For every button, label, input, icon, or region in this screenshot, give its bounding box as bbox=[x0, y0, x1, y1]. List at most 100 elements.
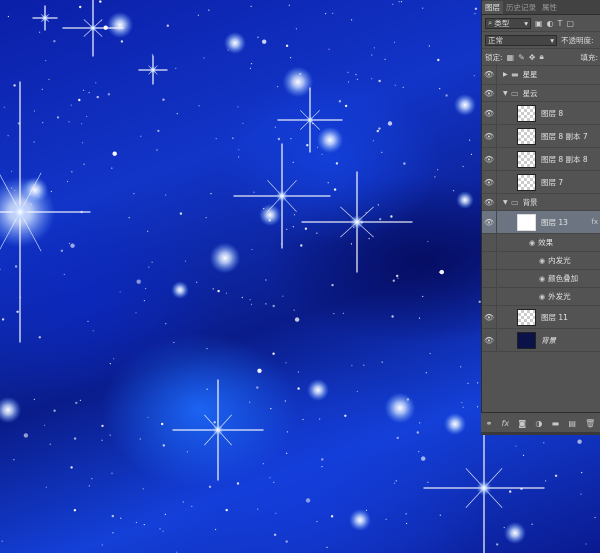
link-icon[interactable]: ⚭ bbox=[486, 419, 493, 428]
layer-group-background[interactable]: 👁︎ ▼ ▭ 背景 bbox=[482, 194, 600, 211]
eye-icon[interactable]: 👁︎ bbox=[482, 109, 496, 118]
star bbox=[332, 12, 334, 14]
new-layer-icon[interactable]: ▤ bbox=[568, 419, 576, 428]
star bbox=[317, 146, 319, 148]
star bbox=[473, 75, 475, 77]
star bbox=[238, 156, 240, 158]
layer-item[interactable]: 👁︎ 图层 8 bbox=[482, 102, 600, 125]
eye-icon[interactable]: 👁︎ bbox=[482, 155, 496, 164]
eye-icon[interactable]: ◉ bbox=[539, 275, 545, 283]
star bbox=[381, 361, 383, 363]
adjustment-filter-icon[interactable]: ◐ bbox=[547, 19, 554, 28]
effect-inner-glow[interactable]: ◉ 内发光 bbox=[482, 252, 600, 270]
eye-icon[interactable]: 👁︎ bbox=[482, 313, 496, 322]
eye-icon[interactable]: 👁︎ bbox=[482, 178, 496, 187]
star bbox=[139, 438, 141, 440]
star bbox=[270, 408, 272, 410]
star bbox=[288, 4, 290, 6]
star-flare bbox=[233, 143, 331, 249]
star bbox=[151, 54, 153, 56]
collapse-arrow-icon[interactable]: ▼ bbox=[503, 90, 509, 97]
eye-icon[interactable]: 👁︎ bbox=[482, 70, 496, 79]
lock-all-icon[interactable]: 🔒︎ bbox=[540, 52, 544, 62]
eye-icon[interactable]: 👁︎ bbox=[482, 198, 496, 207]
layer-name: 背景 bbox=[522, 197, 538, 207]
star bbox=[427, 240, 429, 243]
effects-header[interactable]: ◉ 效果 bbox=[482, 234, 600, 252]
star bbox=[452, 190, 455, 192]
star bbox=[33, 141, 35, 143]
star bbox=[581, 472, 583, 474]
star bbox=[71, 171, 73, 173]
effect-outer-glow[interactable]: ◉ 外发光 bbox=[482, 288, 600, 306]
fx-icon[interactable]: fx bbox=[591, 218, 598, 226]
eye-icon[interactable]: 👁︎ bbox=[482, 336, 496, 345]
lock-pixels-icon[interactable]: ✎ bbox=[518, 53, 525, 62]
star bbox=[95, 82, 97, 84]
blend-mode-select[interactable]: 正常 ▾ bbox=[485, 34, 557, 46]
lock-position-icon[interactable]: ✥ bbox=[529, 53, 536, 62]
layer-group-nebula[interactable]: 👁︎ ▼ ▭ 星云 bbox=[482, 85, 600, 102]
star bbox=[53, 409, 56, 412]
eye-icon[interactable]: 👁︎ bbox=[482, 132, 496, 141]
star-glow bbox=[106, 11, 134, 39]
layer-item[interactable]: 👁︎ 图层 7 bbox=[482, 171, 600, 194]
type-filter-icon[interactable]: T bbox=[558, 19, 563, 28]
star bbox=[249, 299, 251, 301]
star bbox=[277, 137, 281, 141]
layer-name: 背景 bbox=[541, 335, 556, 345]
lock-transparency-icon[interactable]: ▦ bbox=[507, 53, 515, 62]
star bbox=[545, 480, 547, 482]
star bbox=[400, 1, 403, 3]
star bbox=[151, 261, 153, 263]
fx-icon[interactable]: fx bbox=[502, 419, 510, 428]
eye-icon[interactable]: ◉ bbox=[539, 293, 545, 301]
star bbox=[208, 485, 212, 488]
star bbox=[166, 24, 169, 27]
effect-color-overlay[interactable]: ◉ 颜色叠加 bbox=[482, 270, 600, 288]
star bbox=[197, 14, 199, 16]
expand-arrow-icon[interactable]: ▶ bbox=[503, 71, 509, 78]
trash-icon[interactable]: 🗑︎ bbox=[585, 419, 595, 428]
group-icon[interactable]: ▬ bbox=[552, 419, 560, 428]
star bbox=[136, 279, 141, 284]
collapse-arrow-icon[interactable]: ▼ bbox=[503, 199, 509, 206]
star bbox=[295, 28, 297, 30]
star bbox=[83, 89, 85, 91]
eye-icon[interactable]: ◉ bbox=[529, 239, 535, 247]
star bbox=[157, 129, 160, 133]
star bbox=[109, 363, 111, 365]
eye-icon[interactable]: 👁︎ bbox=[482, 218, 496, 227]
star bbox=[87, 320, 89, 322]
eye-icon[interactable]: 👁︎ bbox=[482, 89, 496, 98]
star bbox=[7, 135, 9, 137]
layer-item[interactable]: 👁︎ 图层 11 bbox=[482, 306, 600, 329]
star bbox=[262, 463, 264, 465]
tab-properties[interactable]: 属性 bbox=[539, 1, 560, 14]
effects-label: 效果 bbox=[538, 238, 554, 247]
filter-kind-select[interactable]: ⌕ 类型 ▾ bbox=[485, 17, 531, 29]
star bbox=[88, 92, 90, 94]
star-glow bbox=[349, 509, 371, 531]
star bbox=[554, 474, 558, 477]
star bbox=[351, 19, 353, 21]
star bbox=[210, 193, 212, 195]
tab-history[interactable]: 历史记录 bbox=[503, 1, 539, 14]
star bbox=[371, 78, 373, 80]
layer-background[interactable]: 👁︎ 背景 bbox=[482, 329, 600, 352]
star bbox=[445, 94, 448, 97]
layer-group-stars[interactable]: 👁︎ ▶ ▬ 星星 bbox=[482, 64, 600, 85]
shape-filter-icon[interactable]: ▢ bbox=[566, 19, 574, 28]
eye-icon[interactable]: ◉ bbox=[539, 257, 545, 265]
star bbox=[396, 274, 399, 278]
tab-layers[interactable]: 图层 bbox=[482, 1, 503, 14]
star bbox=[531, 523, 533, 525]
star bbox=[217, 289, 220, 293]
star bbox=[321, 153, 323, 155]
mask-icon[interactable]: ◙ bbox=[518, 419, 526, 428]
layer-item[interactable]: 👁︎ 图层 8 副本 7 bbox=[482, 125, 600, 148]
layer-item[interactable]: 👁︎ 图层 8 副本 8 bbox=[482, 148, 600, 171]
image-filter-icon[interactable]: ▣ bbox=[535, 19, 543, 28]
adjustment-icon[interactable]: ◑ bbox=[535, 419, 542, 428]
layer-item-selected[interactable]: 👁︎ 图层 13 fx bbox=[482, 211, 600, 234]
